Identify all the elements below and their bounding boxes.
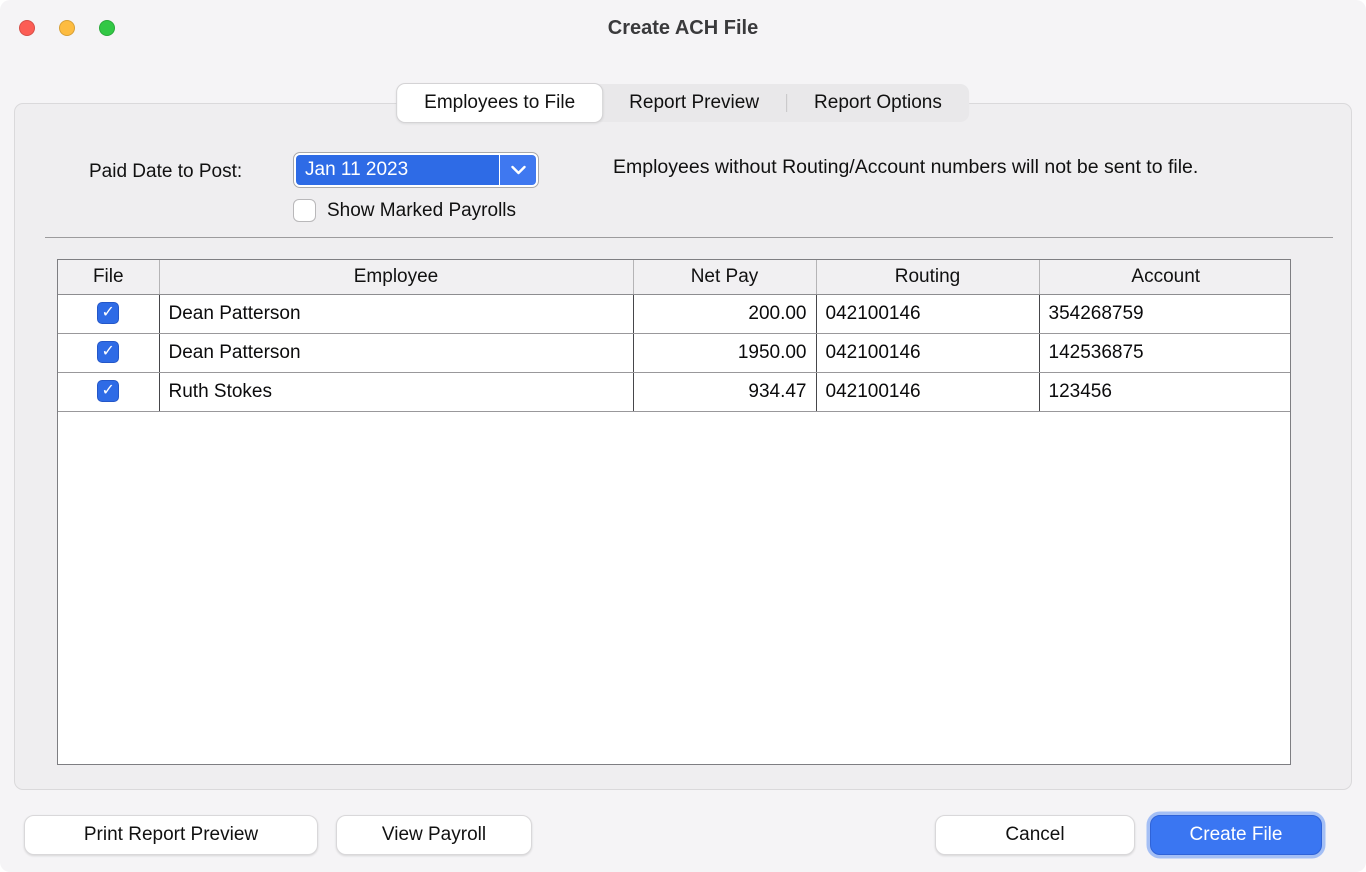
create-ach-file-window: Create ACH File Employees to FileReport … [0, 0, 1366, 872]
employee-cell[interactable]: Ruth Stokes [159, 372, 633, 411]
row-file-checkbox[interactable]: ✓ [97, 341, 119, 363]
view-payroll-button[interactable]: View Payroll [336, 815, 532, 855]
minimize-button[interactable] [59, 20, 75, 36]
tab-employees-to-file[interactable]: Employees to File [396, 83, 603, 123]
net-pay-cell[interactable]: 200.00 [633, 294, 816, 333]
chevron-down-icon[interactable] [500, 155, 536, 185]
paid-date-select[interactable]: Jan 11 2023 [293, 152, 539, 188]
checkmark-icon: ✓ [102, 305, 115, 321]
table-row[interactable]: ✓ Dean Patterson200.00042100146354268759 [58, 294, 1291, 333]
employees-table-container: FileEmployeeNet PayRoutingAccount ✓ Dean … [57, 259, 1291, 765]
employee-cell[interactable]: Dean Patterson [159, 333, 633, 372]
table-row[interactable]: ✓ Dean Patterson1950.00042100146142536875 [58, 333, 1291, 372]
routing-cell[interactable]: 042100146 [816, 294, 1039, 333]
checkmark-icon: ✓ [102, 383, 115, 399]
create-file-button[interactable]: Create File [1150, 815, 1322, 855]
column-header-net-pay[interactable]: Net Pay [633, 260, 816, 294]
paid-date-value: Jan 11 2023 [296, 155, 499, 185]
routing-cell[interactable]: 042100146 [816, 372, 1039, 411]
checkmark-icon: ✓ [102, 344, 115, 360]
show-marked-payrolls-checkbox[interactable] [293, 199, 316, 222]
employee-cell[interactable]: Dean Patterson [159, 294, 633, 333]
form-divider [45, 237, 1333, 238]
routing-warning-text: Employees without Routing/Account number… [613, 154, 1221, 181]
row-file-checkbox[interactable]: ✓ [97, 380, 119, 402]
table-body: ✓Dean Patterson200.00042100146354268759✓… [58, 294, 1291, 411]
table-header-row: FileEmployeeNet PayRoutingAccount [58, 260, 1291, 294]
tab-strip: Employees to FileReport PreviewReport Op… [397, 84, 969, 122]
routing-cell[interactable]: 042100146 [816, 333, 1039, 372]
column-header-account[interactable]: Account [1039, 260, 1291, 294]
file-cell: ✓ [58, 294, 159, 333]
show-marked-payrolls-label: Show Marked Payrolls [327, 200, 516, 222]
tab-report-preview[interactable]: Report Preview [602, 84, 786, 122]
cancel-button[interactable]: Cancel [935, 815, 1135, 855]
title-bar: Create ACH File [0, 0, 1366, 56]
file-cell: ✓ [58, 333, 159, 372]
tab-report-options[interactable]: Report Options [787, 84, 969, 122]
show-marked-payrolls-row: Show Marked Payrolls [293, 199, 516, 222]
close-button[interactable] [19, 20, 35, 36]
column-header-routing[interactable]: Routing [816, 260, 1039, 294]
print-report-preview-button[interactable]: Print Report Preview [24, 815, 318, 855]
file-cell: ✓ [58, 372, 159, 411]
net-pay-cell[interactable]: 1950.00 [633, 333, 816, 372]
zoom-button[interactable] [99, 20, 115, 36]
row-file-checkbox[interactable]: ✓ [97, 302, 119, 324]
column-header-file[interactable]: File [58, 260, 159, 294]
column-header-employee[interactable]: Employee [159, 260, 633, 294]
main-panel: Paid Date to Post: Jan 11 2023 Employees… [14, 103, 1352, 790]
paid-date-label: Paid Date to Post: [89, 161, 242, 183]
employees-table: FileEmployeeNet PayRoutingAccount ✓ Dean … [58, 260, 1291, 412]
net-pay-cell[interactable]: 934.47 [633, 372, 816, 411]
account-cell[interactable]: 354268759 [1039, 294, 1291, 333]
window-title: Create ACH File [608, 17, 758, 40]
account-cell[interactable]: 123456 [1039, 372, 1291, 411]
account-cell[interactable]: 142536875 [1039, 333, 1291, 372]
table-row[interactable]: ✓ Ruth Stokes934.47042100146123456 [58, 372, 1291, 411]
